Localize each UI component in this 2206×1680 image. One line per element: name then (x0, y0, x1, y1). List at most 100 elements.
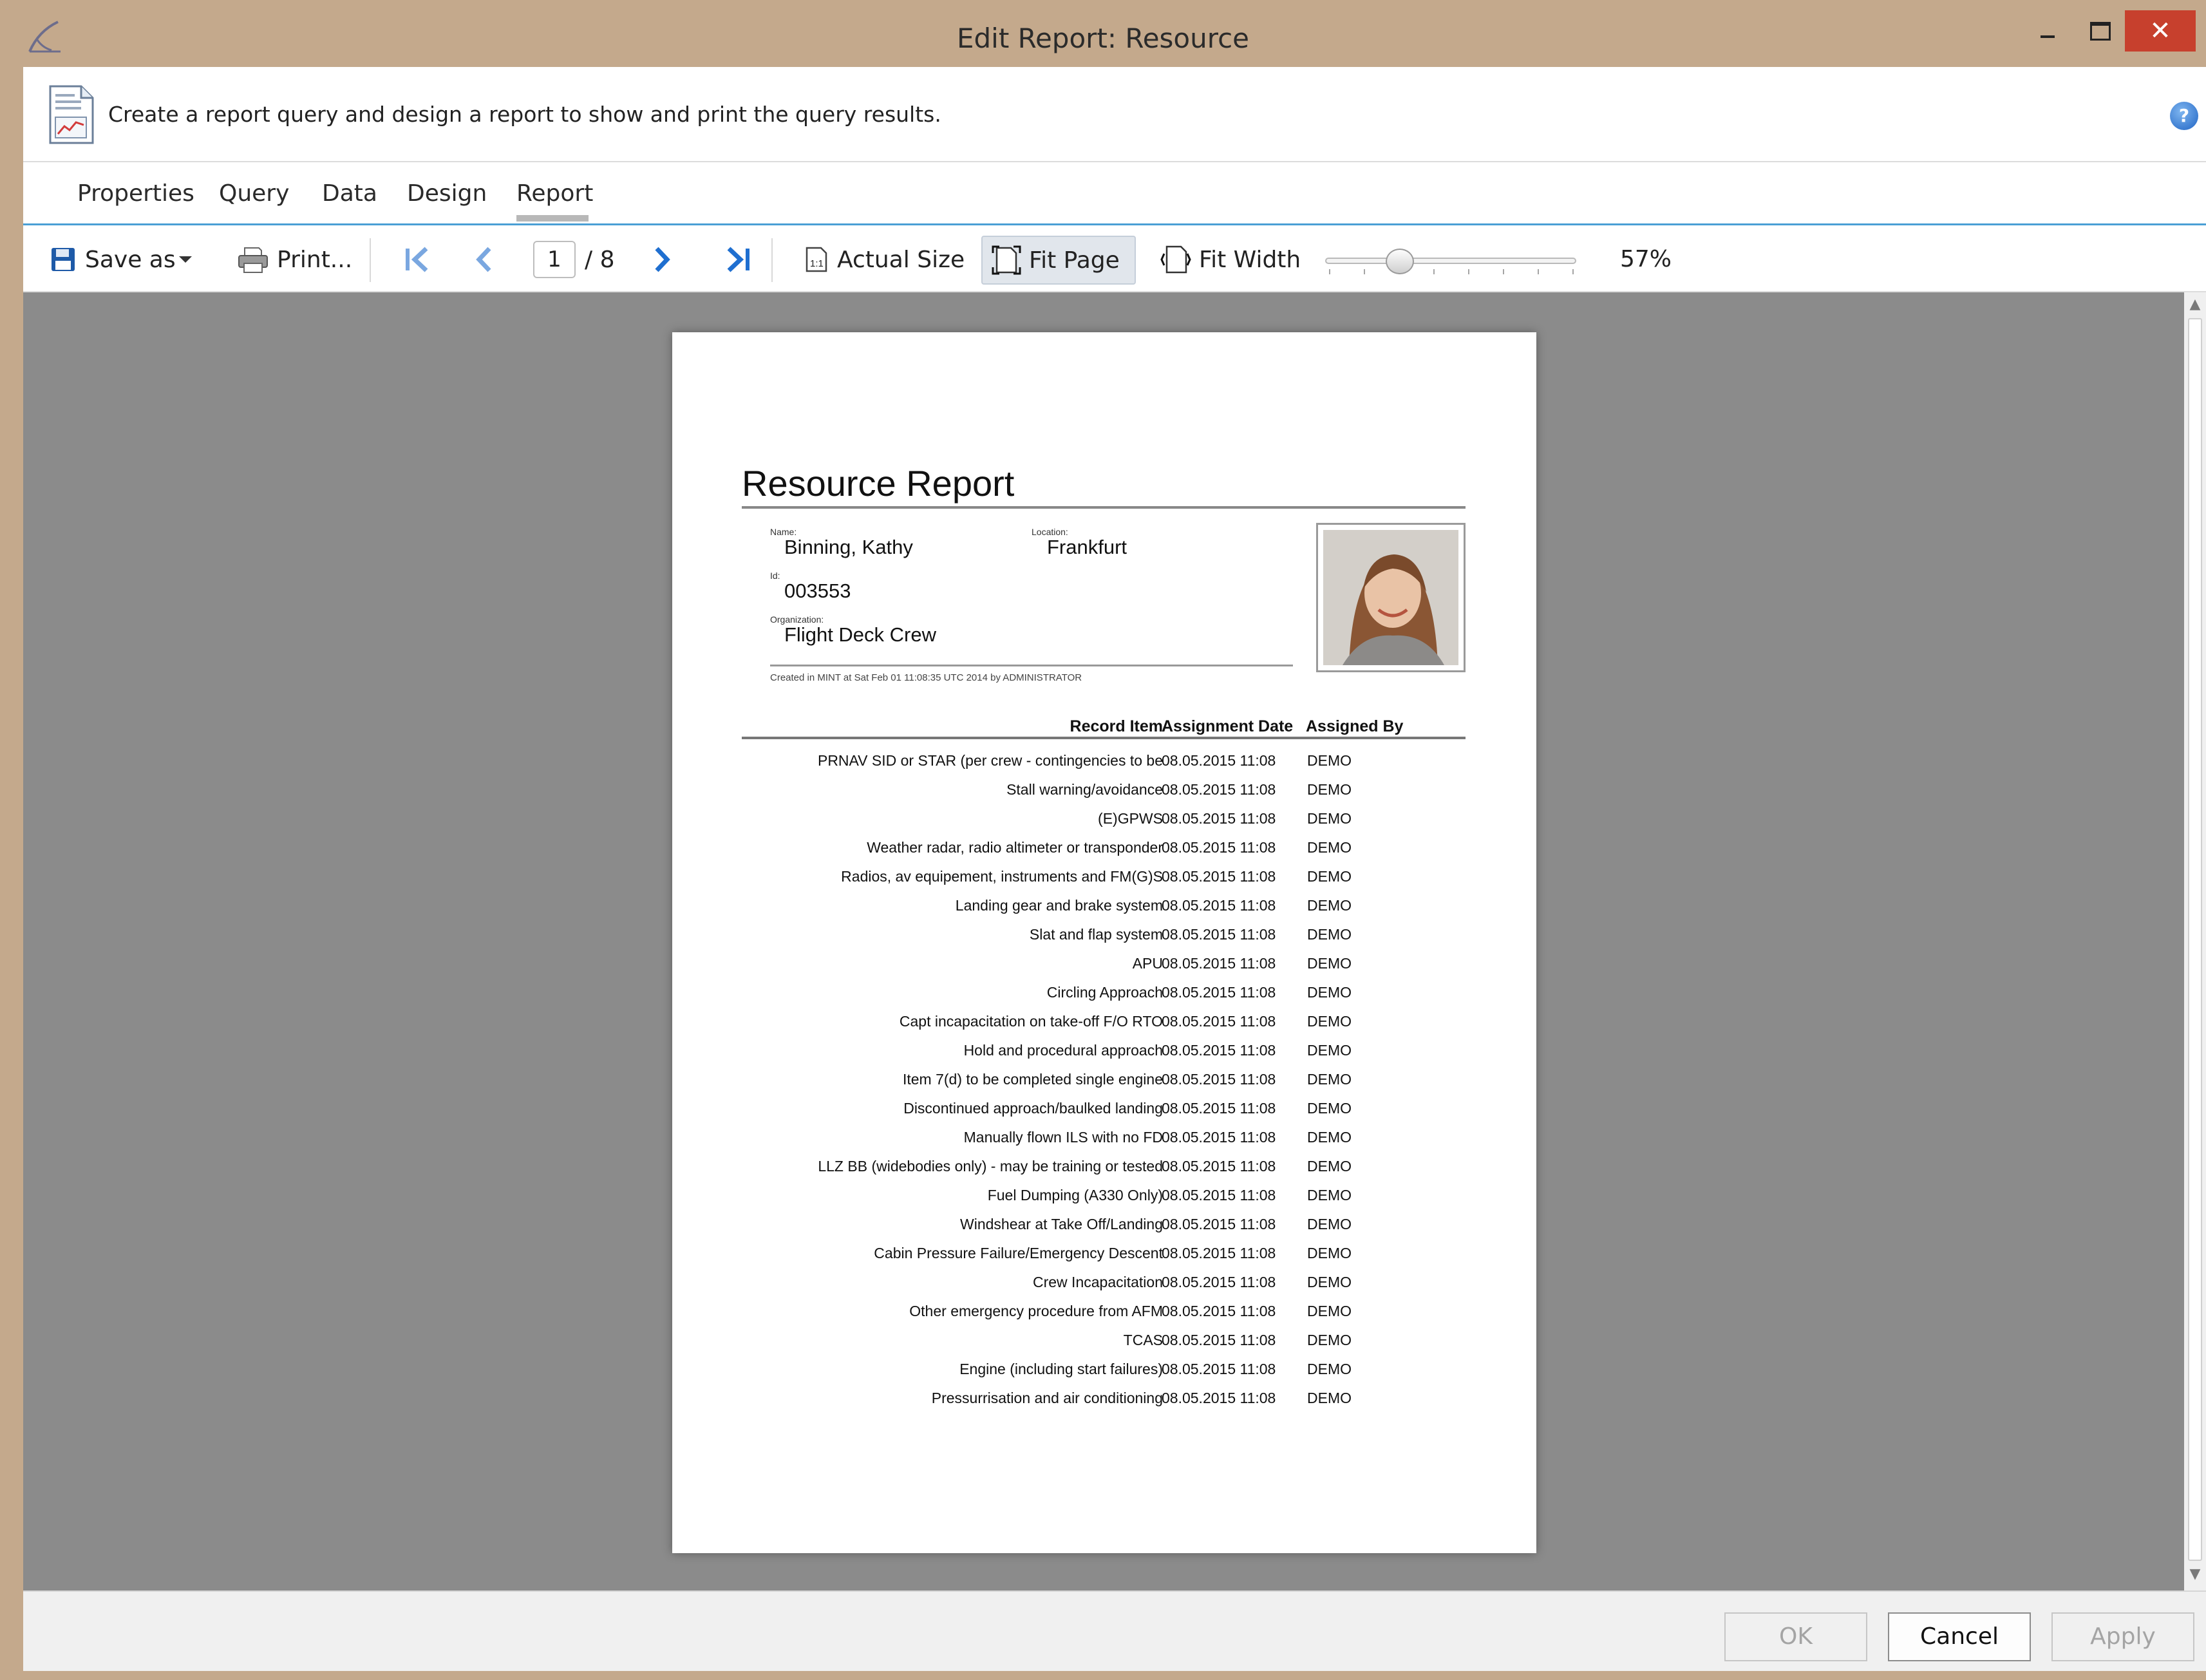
zoom-tick (1572, 269, 1574, 274)
chart-document-icon (49, 85, 94, 144)
tab-query[interactable]: Query (219, 180, 289, 207)
organization-value: Flight Deck Crew (784, 623, 936, 646)
record-item: TCAS (1123, 1332, 1163, 1348)
save-as-button[interactable]: Save as (50, 227, 176, 292)
assigned-by: DEMO (1307, 1071, 1352, 1088)
next-page-button[interactable] (653, 227, 672, 292)
record-item: Windshear at Take Off/Landing (960, 1216, 1163, 1232)
record-item: Circling Approach (1046, 984, 1163, 1001)
window-title: Edit Report: Resource (956, 23, 1250, 54)
record-item: Fuel Dumping (A330 Only) (987, 1187, 1163, 1203)
fit-page-label: Fit Page (1029, 247, 1120, 274)
location-value: Frankfurt (1047, 536, 1127, 558)
record-item: Radios, av equipement, instruments and F… (841, 868, 1163, 885)
title-bar: Edit Report: Resource ✕ (0, 0, 2206, 67)
resource-photo-frame (1316, 523, 1466, 672)
assigned-by: DEMO (1307, 1332, 1352, 1348)
assigned-by: DEMO (1307, 984, 1352, 1001)
description-bar: Create a report query and design a repor… (23, 67, 2206, 162)
page-number-input[interactable]: 1 (533, 241, 576, 278)
tab-bar: Properties Query Data Design Report (23, 164, 2206, 225)
assigned-by: DEMO (1307, 1158, 1352, 1175)
first-page-button[interactable] (403, 227, 430, 292)
report-preview-area[interactable]: Resource Report Name: Binning, Kathy Loc… (23, 292, 2206, 1590)
assigned-by: DEMO (1307, 839, 1352, 856)
help-icon[interactable]: ? (2170, 102, 2198, 130)
table-row: APU 08.05.2015 11:08 DEMO (672, 955, 1536, 984)
cancel-button[interactable]: Cancel (1888, 1612, 2031, 1661)
table-header-divider (742, 737, 1466, 739)
actual-size-button[interactable]: 1:1 Actual Size (805, 227, 965, 292)
assignment-date: 08.05.2015 11:08 (1162, 868, 1276, 885)
record-item: Weather radar, radio altimeter or transp… (867, 839, 1163, 856)
column-header-record-item: Record Item (1070, 717, 1163, 735)
record-item: PRNAV SID or STAR (per crew - contingenc… (817, 752, 1163, 769)
active-tab-indicator (516, 215, 589, 222)
assignment-date: 08.05.2015 11:08 (1162, 984, 1276, 1001)
chevron-left-icon (476, 247, 491, 272)
record-item: APU (1132, 955, 1163, 972)
fit-width-button[interactable]: Fit Width (1160, 227, 1301, 292)
assigned-by: DEMO (1307, 926, 1352, 943)
zoom-slider[interactable] (1325, 246, 1602, 278)
portrait-image (1323, 530, 1458, 665)
dialog-client-area: Create a report query and design a repor… (23, 67, 2206, 1671)
table-row: LLZ BB (widebodies only) - may be traini… (672, 1158, 1536, 1187)
description-text: Create a report query and design a repor… (108, 102, 941, 127)
zoom-tick (1329, 269, 1330, 274)
toolbar-separator (771, 238, 773, 282)
record-item: Discontinued approach/baulked landing (903, 1100, 1163, 1117)
print-button[interactable]: Print... (237, 227, 352, 292)
table-row: Pressurrisation and air conditioning 08.0… (672, 1390, 1536, 1419)
record-item: Other emergency procedure from AFM (909, 1303, 1163, 1319)
minimize-button[interactable] (2022, 10, 2073, 52)
zoom-slider-track[interactable] (1325, 258, 1576, 264)
vertical-scrollbar[interactable]: ▲ ▼ (2184, 292, 2206, 1590)
zoom-tick (1503, 269, 1504, 274)
last-page-button[interactable] (725, 227, 752, 292)
record-item: Crew Incapacitation (1033, 1274, 1163, 1290)
table-row: Engine (including start failures) 08.05.2… (672, 1361, 1536, 1390)
table-row: (E)GPWS 08.05.2015 11:08 DEMO (672, 810, 1536, 839)
assigned-by: DEMO (1307, 1274, 1352, 1290)
record-item: Hold and procedural approach (963, 1042, 1163, 1059)
assigned-by: DEMO (1307, 781, 1352, 798)
printer-icon (238, 247, 268, 273)
zoom-tick (1364, 269, 1365, 274)
table-row: Discontinued approach/baulked landing 08.… (672, 1100, 1536, 1129)
tab-design[interactable]: Design (407, 180, 487, 207)
table-row: Weather radar, radio altimeter or transp… (672, 839, 1536, 868)
table-row: Other emergency procedure from AFM 08.05.… (672, 1303, 1536, 1332)
title-divider (742, 506, 1466, 509)
maximize-button[interactable] (2075, 10, 2126, 52)
ok-button[interactable]: OK (1724, 1612, 1867, 1661)
scroll-up-icon[interactable]: ▲ (2184, 296, 2206, 316)
assignment-date: 08.05.2015 11:08 (1162, 897, 1276, 914)
assigned-by: DEMO (1307, 1245, 1352, 1261)
column-header-assignment-date: Assignment Date (1162, 717, 1294, 735)
record-item: Cabin Pressure Failure/Emergency Descent (874, 1245, 1163, 1261)
last-page-icon (727, 247, 749, 272)
scrollbar-thumb[interactable] (2188, 318, 2202, 1561)
tab-report[interactable]: Report (516, 180, 593, 207)
save-as-dropdown[interactable] (178, 227, 193, 292)
fit-page-button[interactable]: Fit Page (981, 236, 1136, 285)
record-item: Item 7(d) to be completed single engine (902, 1071, 1163, 1088)
assignment-date: 08.05.2015 11:08 (1162, 1071, 1276, 1088)
info-divider (770, 665, 1293, 666)
created-note: Created in MINT at Sat Feb 01 11:08:35 U… (770, 672, 1082, 683)
record-item: Slat and flap system (1029, 926, 1163, 943)
apply-button[interactable]: Apply (2051, 1612, 2194, 1661)
table-row: Slat and flap system 08.05.2015 11:08 DEMO (672, 926, 1536, 955)
tab-data[interactable]: Data (322, 180, 377, 207)
scroll-down-icon[interactable]: ▼ (2184, 1566, 2206, 1585)
assigned-by: DEMO (1307, 810, 1352, 827)
zoom-slider-thumb[interactable] (1386, 249, 1414, 274)
tab-properties[interactable]: Properties (77, 180, 194, 207)
previous-page-button[interactable] (474, 227, 493, 292)
close-button[interactable]: ✕ (2125, 10, 2196, 52)
zoom-tick (1538, 269, 1539, 274)
assigned-by: DEMO (1307, 1100, 1352, 1117)
id-label: Id: (770, 571, 780, 581)
first-page-icon (406, 247, 428, 272)
